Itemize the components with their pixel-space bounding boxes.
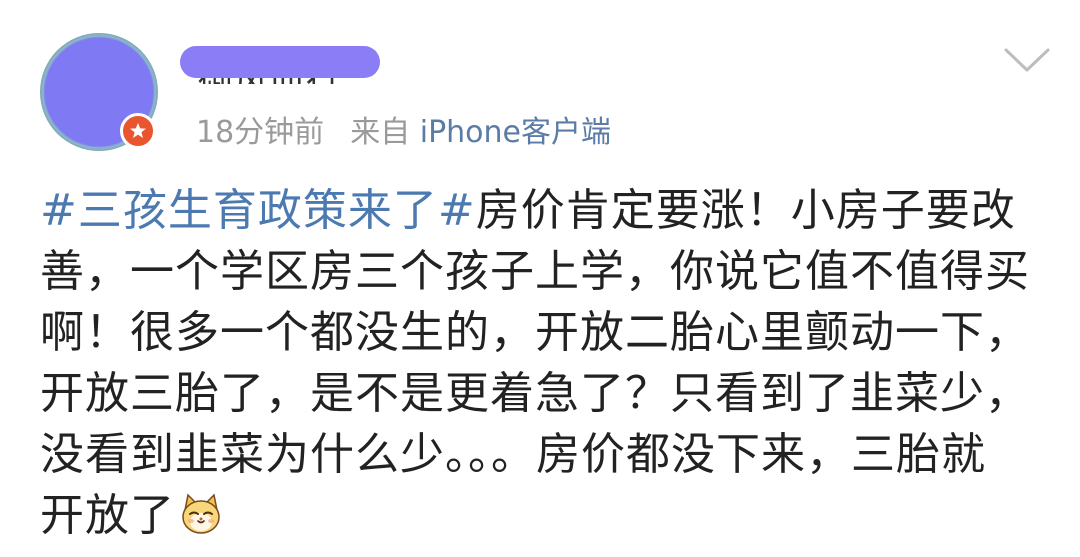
post-time: 18分钟前 (196, 115, 325, 150)
cat-face-emoji-icon (179, 491, 223, 535)
post-content: #三孩生育政策来了#房价肯定要涨！小房子要改 善，一个学区房三个孩子上学，你说它… (40, 180, 1050, 546)
content-line-5: 没看到韭菜为什么少。。。房价都没下来，三胎就 (40, 429, 986, 480)
content-line-1: #三孩生育政策来了#房价肯定要涨！小房子要改 (40, 180, 1050, 241)
content-line-3: 啊！很多一个都没生的，开放二胎心里颤动一下， (40, 307, 1030, 358)
source-link[interactable]: iPhone客户端 (420, 115, 611, 150)
hashtag-link[interactable]: #三孩生育政策来了# (40, 185, 476, 236)
content-line-4: 开放三胎了，是不是更着急了？只看到了韭菜少， (40, 368, 1030, 419)
source-prefix: 来自 (350, 115, 411, 150)
post-meta: 18分钟前 来自 iPhone客户端 (196, 107, 611, 151)
content-line-2: 善，一个学区房三个孩子上学，你说它值不值得买 (40, 246, 1030, 297)
verified-badge-icon (120, 113, 156, 149)
username[interactable]: 御风而行 (180, 40, 380, 84)
username-redaction (180, 46, 380, 78)
weibo-post-card: 御风而行 18分钟前来自 iPhone客户端 #三孩生育政策来了#房价肯定要涨！… (0, 0, 1080, 557)
content-line-6: 开放了 (40, 485, 1050, 546)
content-text: 房价肯定要涨！小房子要改 (475, 185, 1016, 236)
content-text: 开放了 (40, 490, 175, 541)
chevron-down-icon[interactable] (1003, 46, 1051, 76)
